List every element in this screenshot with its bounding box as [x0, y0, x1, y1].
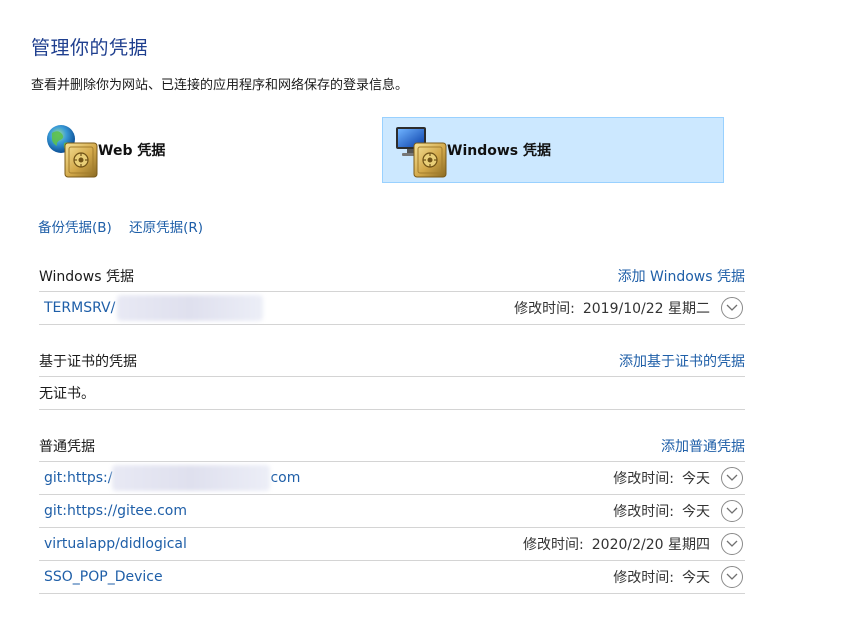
- certificate-credentials-section: 基于证书的凭据 添加基于证书的凭据 无证书。: [39, 345, 745, 410]
- modified-date: 2019/10/22 星期二: [582, 301, 710, 317]
- modified-date: 2020/2/20 星期四: [591, 537, 710, 553]
- chevron-down-icon[interactable]: [721, 467, 743, 489]
- web-credentials-label: Web 凭据: [98, 143, 166, 159]
- section-title: 基于证书的凭据: [39, 353, 137, 370]
- windows-credentials-tile[interactable]: Windows 凭据: [382, 117, 724, 183]
- windows-credentials-section: Windows 凭据 添加 Windows 凭据 TERMSRV/ 修改时间: …: [39, 260, 745, 325]
- redacted-region: [112, 465, 271, 491]
- credential-name[interactable]: virtualapp/didlogical: [44, 536, 187, 552]
- section-header: 普通凭据 添加普通凭据: [39, 430, 745, 462]
- chevron-down-icon[interactable]: [721, 566, 743, 588]
- modified-label: 修改时间:: [613, 570, 674, 586]
- credential-name[interactable]: TERMSRV/: [44, 295, 264, 321]
- credential-row[interactable]: SSO_POP_Device 修改时间: 今天: [39, 561, 745, 594]
- modified-date: 今天: [682, 504, 710, 520]
- section-header: Windows 凭据 添加 Windows 凭据: [39, 260, 745, 292]
- credential-meta: 修改时间: 今天: [613, 566, 745, 588]
- credential-meta: 修改时间: 2020/2/20 星期四: [523, 533, 745, 555]
- credential-name[interactable]: git:https:/ com: [44, 465, 300, 491]
- generic-credentials-section: 普通凭据 添加普通凭据 git:https:/ com 修改时间: 今天 git…: [39, 430, 745, 594]
- page-subtitle: 查看并删除你为网站、已连接的应用程序和网络保存的登录信息。: [31, 78, 409, 93]
- section-title: 普通凭据: [39, 438, 95, 455]
- add-generic-credential-link[interactable]: 添加普通凭据: [661, 436, 745, 456]
- backup-restore-links: 备份凭据(B) 还原凭据(R): [38, 216, 216, 236]
- redacted-region: [117, 295, 264, 321]
- credential-row[interactable]: git:https://gitee.com 修改时间: 今天: [39, 495, 745, 528]
- modified-label: 修改时间:: [613, 504, 674, 520]
- restore-credentials-link[interactable]: 还原凭据(R): [129, 220, 203, 236]
- credential-meta: 修改时间: 今天: [613, 467, 745, 489]
- credential-row[interactable]: git:https:/ com 修改时间: 今天: [39, 462, 745, 495]
- credential-row[interactable]: TERMSRV/ 修改时间: 2019/10/22 星期二: [39, 292, 745, 325]
- windows-credentials-label: Windows 凭据: [447, 143, 551, 159]
- page-title: 管理你的凭据: [31, 37, 149, 59]
- monitor-vault-icon: [395, 121, 447, 179]
- section-header: 基于证书的凭据 添加基于证书的凭据: [39, 345, 745, 377]
- empty-message: 无证书。: [39, 377, 745, 410]
- credential-name[interactable]: git:https://gitee.com: [44, 503, 187, 519]
- credential-meta: 修改时间: 2019/10/22 星期二: [514, 297, 745, 319]
- credential-manager-page: 管理你的凭据 查看并删除你为网站、已连接的应用程序和网络保存的登录信息。 Web…: [0, 0, 859, 637]
- section-title: Windows 凭据: [39, 268, 134, 285]
- modified-label: 修改时间:: [613, 471, 674, 487]
- modified-label: 修改时间:: [514, 301, 575, 317]
- chevron-down-icon[interactable]: [721, 500, 743, 522]
- modified-date: 今天: [682, 570, 710, 586]
- chevron-down-icon[interactable]: [721, 297, 743, 319]
- credential-name[interactable]: SSO_POP_Device: [44, 569, 163, 585]
- modified-label: 修改时间:: [523, 537, 584, 553]
- add-windows-credential-link[interactable]: 添加 Windows 凭据: [618, 266, 745, 286]
- web-credentials-tile[interactable]: Web 凭据: [40, 117, 370, 183]
- chevron-down-icon[interactable]: [721, 533, 743, 555]
- modified-date: 今天: [682, 471, 710, 487]
- credential-meta: 修改时间: 今天: [613, 500, 745, 522]
- backup-credentials-link[interactable]: 备份凭据(B): [38, 220, 112, 236]
- add-certificate-credential-link[interactable]: 添加基于证书的凭据: [619, 351, 745, 371]
- globe-vault-icon: [46, 121, 98, 179]
- credential-row[interactable]: virtualapp/didlogical 修改时间: 2020/2/20 星期…: [39, 528, 745, 561]
